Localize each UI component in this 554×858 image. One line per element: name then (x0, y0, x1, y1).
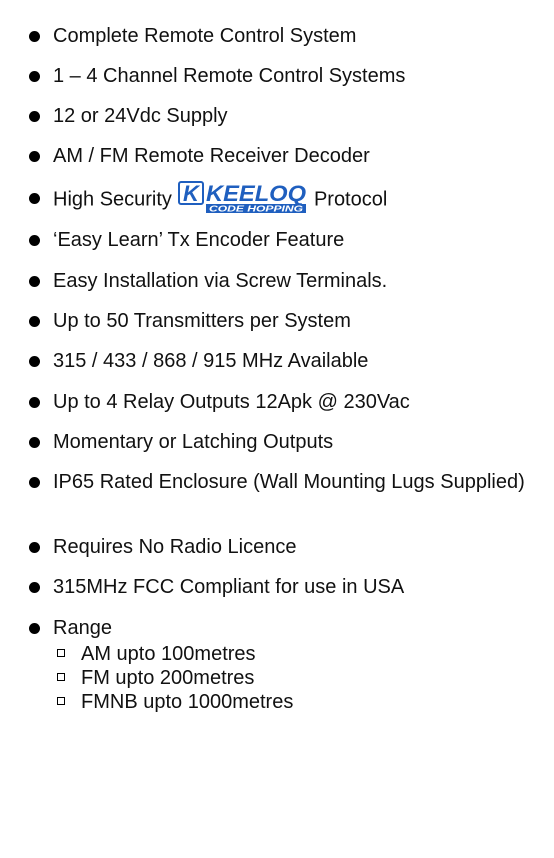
feature-text: Easy Installation via Screw Terminals. (53, 270, 388, 292)
feature-text: Range (53, 617, 112, 639)
bullet-icon (29, 397, 40, 408)
bullet-icon (29, 623, 40, 634)
logo-k-glyph: K (183, 181, 201, 206)
bullet-icon (29, 71, 40, 82)
feature-text-before-logo: High Security (53, 188, 172, 211)
square-bullet-icon (57, 673, 65, 681)
bullet-icon (29, 111, 40, 122)
logo-wordmark: KEELOQ (206, 181, 306, 206)
bullet-icon (29, 235, 40, 246)
feature-text: Up to 50 Transmitters per System (53, 310, 351, 332)
bullet-icon (29, 582, 40, 593)
keeloq-logo: K KEELOQ CODE HOPPING (177, 180, 308, 214)
keeloq-logo-graphic: K KEELOQ CODE HOPPING (177, 181, 306, 214)
feature-text: Complete Remote Control System (53, 25, 357, 47)
bullet-icon (29, 356, 40, 367)
feature-text: High Security K KEELOQ CODE HOPPING Prot… (53, 181, 388, 214)
range-text: AM upto 100metres (81, 643, 256, 665)
bullet-icon (29, 193, 40, 204)
feature-text: Up to 4 Relay Outputs 12Apk @ 230Vac (53, 391, 410, 413)
bullet-icon (29, 477, 40, 488)
square-bullet-icon (57, 649, 65, 657)
bullet-icon (29, 316, 40, 327)
bullet-icon (29, 31, 40, 42)
bullet-icon (29, 437, 40, 448)
feature-text: Requires No Radio Licence (53, 536, 297, 558)
bullet-icon (29, 276, 40, 287)
bullet-icon (29, 542, 40, 553)
bullet-icon (29, 151, 40, 162)
feature-text: 12 or 24Vdc Supply (53, 105, 228, 127)
feature-text: ‘Easy Learn’ Tx Encoder Feature (53, 229, 345, 251)
square-bullet-icon (57, 697, 65, 705)
feature-text: 1 – 4 Channel Remote Control Systems (53, 65, 406, 87)
feature-text: Momentary or Latching Outputs (53, 431, 334, 453)
logo-subtitle: CODE HOPPING (209, 205, 303, 214)
range-text: FM upto 200metres (81, 667, 255, 689)
feature-text: 315MHz FCC Compliant for use in USA (53, 576, 405, 598)
feature-text-after-logo: Protocol (313, 188, 388, 211)
feature-text: 315 / 433 / 868 / 915 MHz Available (53, 350, 369, 372)
feature-text: AM / FM Remote Receiver Decoder (53, 145, 370, 167)
feature-text: IP65 Rated Enclosure (Wall Mounting Lugs… (53, 471, 525, 493)
range-text: FMNB upto 1000metres (81, 691, 294, 713)
